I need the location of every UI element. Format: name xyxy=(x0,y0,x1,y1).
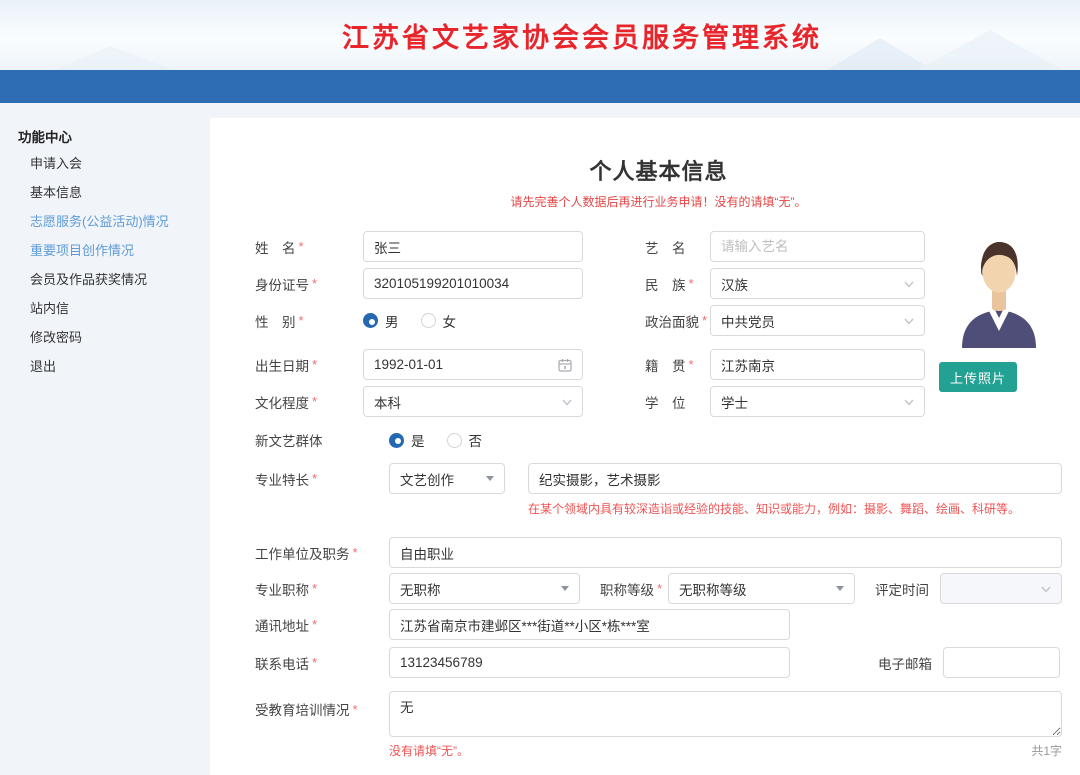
caret-down-icon xyxy=(561,586,569,591)
gender-label: 性 别* xyxy=(255,311,363,331)
phone-label: 联系电话* xyxy=(255,653,389,673)
id-number-input[interactable] xyxy=(363,268,583,299)
new-art-group-label: 新文艺群体 xyxy=(255,430,389,450)
degree-select[interactable]: 学士 xyxy=(710,386,925,417)
calendar-icon xyxy=(558,358,572,372)
email-label: 电子邮箱 xyxy=(878,653,943,673)
political-status-select[interactable]: 中共党员 xyxy=(710,305,925,336)
name-label: 姓 名* xyxy=(255,237,363,257)
education-training-textarea[interactable]: 无 xyxy=(389,691,1062,737)
main-content-card: 个人基本信息 请先完善个人数据后再进行业务申请！没有的请填“无”。 姓 名* 艺… xyxy=(210,118,1080,775)
sidebar-section-title: 功能中心 xyxy=(0,123,210,148)
prof-title-label: 专业职称* xyxy=(255,579,389,599)
sidebar-item-site-messages[interactable]: 站内信 xyxy=(0,293,210,322)
title-level-select[interactable]: 无职称等级 xyxy=(668,573,855,604)
chevron-down-icon xyxy=(1041,584,1051,594)
chevron-down-icon xyxy=(904,397,914,407)
specialty-category-select[interactable]: 文艺创作 xyxy=(389,463,505,494)
ethnicity-label: 民 族* xyxy=(645,274,710,294)
avatar-icon xyxy=(955,236,1043,348)
sidebar-item-change-password[interactable]: 修改密码 xyxy=(0,322,210,351)
ethnicity-select[interactable]: 汉族 xyxy=(710,268,925,299)
work-unit-input[interactable] xyxy=(389,537,1062,568)
title-level-label: 职称等级* xyxy=(600,579,668,599)
education-select[interactable]: 本科 xyxy=(363,386,583,417)
app-header: 江苏省文艺家协会会员服务管理系统 xyxy=(0,0,1080,70)
chevron-down-icon xyxy=(904,279,914,289)
stage-name-label: 艺 名 xyxy=(645,237,710,257)
gender-male-radio[interactable]: 男 xyxy=(363,311,399,331)
address-input[interactable] xyxy=(389,609,790,640)
new-art-group-no-radio[interactable]: 否 xyxy=(447,430,483,450)
sidebar-item-key-projects[interactable]: 重要项目创作情况 xyxy=(0,235,210,264)
work-unit-label: 工作单位及职务* xyxy=(255,543,389,563)
sidebar-item-apply-membership[interactable]: 申请入会 xyxy=(0,148,210,177)
page-title: 江苏省文艺家协会会员服务管理系统 xyxy=(42,0,1080,55)
top-navbar xyxy=(0,70,1080,103)
caret-down-icon xyxy=(836,586,844,591)
specialty-hint: 在某个领域内具有较深造诣或经验的技能、知识或能力，例如：摄影、舞蹈、绘画、科研等… xyxy=(528,500,1062,517)
sidebar-item-logout[interactable]: 退出 xyxy=(0,351,210,380)
education-training-footer: 没有请填“无”。 共1字 xyxy=(389,742,1062,759)
specialty-input[interactable] xyxy=(528,463,1062,494)
name-input[interactable] xyxy=(363,231,583,262)
upload-photo-button[interactable]: 上传照片 xyxy=(939,362,1017,392)
gender-female-radio[interactable]: 女 xyxy=(421,311,457,331)
phone-input[interactable] xyxy=(389,647,790,678)
political-status-label: 政治面貌* xyxy=(645,311,710,331)
native-place-label: 籍 贯* xyxy=(645,355,710,375)
radio-checked-icon xyxy=(389,433,404,448)
profile-photo-placeholder xyxy=(955,236,1045,353)
id-number-label: 身份证号* xyxy=(255,274,363,294)
native-place-input[interactable] xyxy=(710,349,925,380)
radio-checked-icon xyxy=(363,313,378,328)
sidebar-item-basic-info[interactable]: 基本信息 xyxy=(0,177,210,206)
sidebar-item-volunteer-service[interactable]: 志愿服务(公益活动)情况 xyxy=(0,206,210,235)
specialty-label: 专业特长* xyxy=(255,469,389,489)
chevron-down-icon xyxy=(904,316,914,326)
caret-down-icon xyxy=(486,476,494,481)
form-notice: 请先完善个人数据后再进行业务申请！没有的请填“无”。 xyxy=(255,193,1062,210)
birth-date-label: 出生日期* xyxy=(255,355,363,375)
assess-time-select[interactable] xyxy=(940,573,1062,604)
sidebar-item-member-awards[interactable]: 会员及作品获奖情况 xyxy=(0,264,210,293)
degree-label: 学 位 xyxy=(645,392,710,412)
assess-time-label: 评定时间 xyxy=(875,579,940,599)
word-count: 共1字 xyxy=(1031,742,1062,759)
new-art-group-radio-group: 是 否 xyxy=(389,430,482,450)
stage-name-input[interactable] xyxy=(710,231,925,262)
gender-radio-group: 男 女 xyxy=(363,311,583,331)
personal-info-form: 姓 名* 艺 名 身份证号* 民 族* 汉族 性 别* 男 xyxy=(255,231,1062,759)
email-input[interactable] xyxy=(943,647,1060,678)
address-label: 通讯地址* xyxy=(255,615,389,635)
birth-date-input[interactable]: 1992-01-01 xyxy=(363,349,583,380)
education-label: 文化程度* xyxy=(255,392,363,412)
radio-unchecked-icon xyxy=(421,313,436,328)
sidebar: 功能中心 申请入会 基本信息 志愿服务(公益活动)情况 重要项目创作情况 会员及… xyxy=(0,103,210,775)
form-title: 个人基本信息 xyxy=(255,154,1062,186)
chevron-down-icon xyxy=(562,397,572,407)
education-training-label: 受教育培训情况* xyxy=(255,691,389,719)
prof-title-select[interactable]: 无职称 xyxy=(389,573,580,604)
education-training-hint: 没有请填“无”。 xyxy=(389,742,469,759)
new-art-group-yes-radio[interactable]: 是 xyxy=(389,430,425,450)
radio-unchecked-icon xyxy=(447,433,462,448)
